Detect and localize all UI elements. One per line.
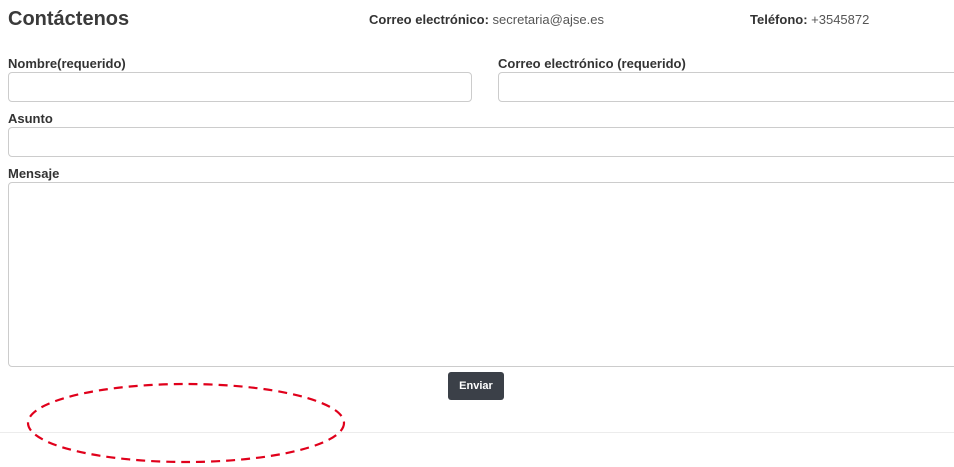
email-input[interactable] <box>498 72 954 102</box>
contact-phone: Teléfono: +3545872 <box>750 12 869 27</box>
email-label: Correo electrónico: <box>369 12 489 27</box>
subject-label: Asunto <box>8 111 53 126</box>
contact-page: Contáctenos Correo electrónico: secretar… <box>0 0 954 467</box>
phone-value: +3545872 <box>807 12 870 27</box>
email-field-label: Correo electrónico (requerido) <box>498 56 686 71</box>
subject-input[interactable] <box>8 127 954 157</box>
email-value: secretaria@ajse.es <box>488 12 604 27</box>
dashed-ellipse-annotation <box>26 382 346 464</box>
name-input[interactable] <box>8 72 472 102</box>
send-button[interactable]: Enviar <box>448 372 504 400</box>
phone-label: Teléfono: <box>750 12 808 27</box>
message-label: Mensaje <box>8 166 60 181</box>
contact-email: Correo electrónico: secretaria@ajse.es <box>369 12 604 27</box>
page-title: Contáctenos <box>8 8 130 30</box>
message-textarea[interactable] <box>8 182 954 367</box>
name-label: Nombre(requerido) <box>8 56 126 71</box>
